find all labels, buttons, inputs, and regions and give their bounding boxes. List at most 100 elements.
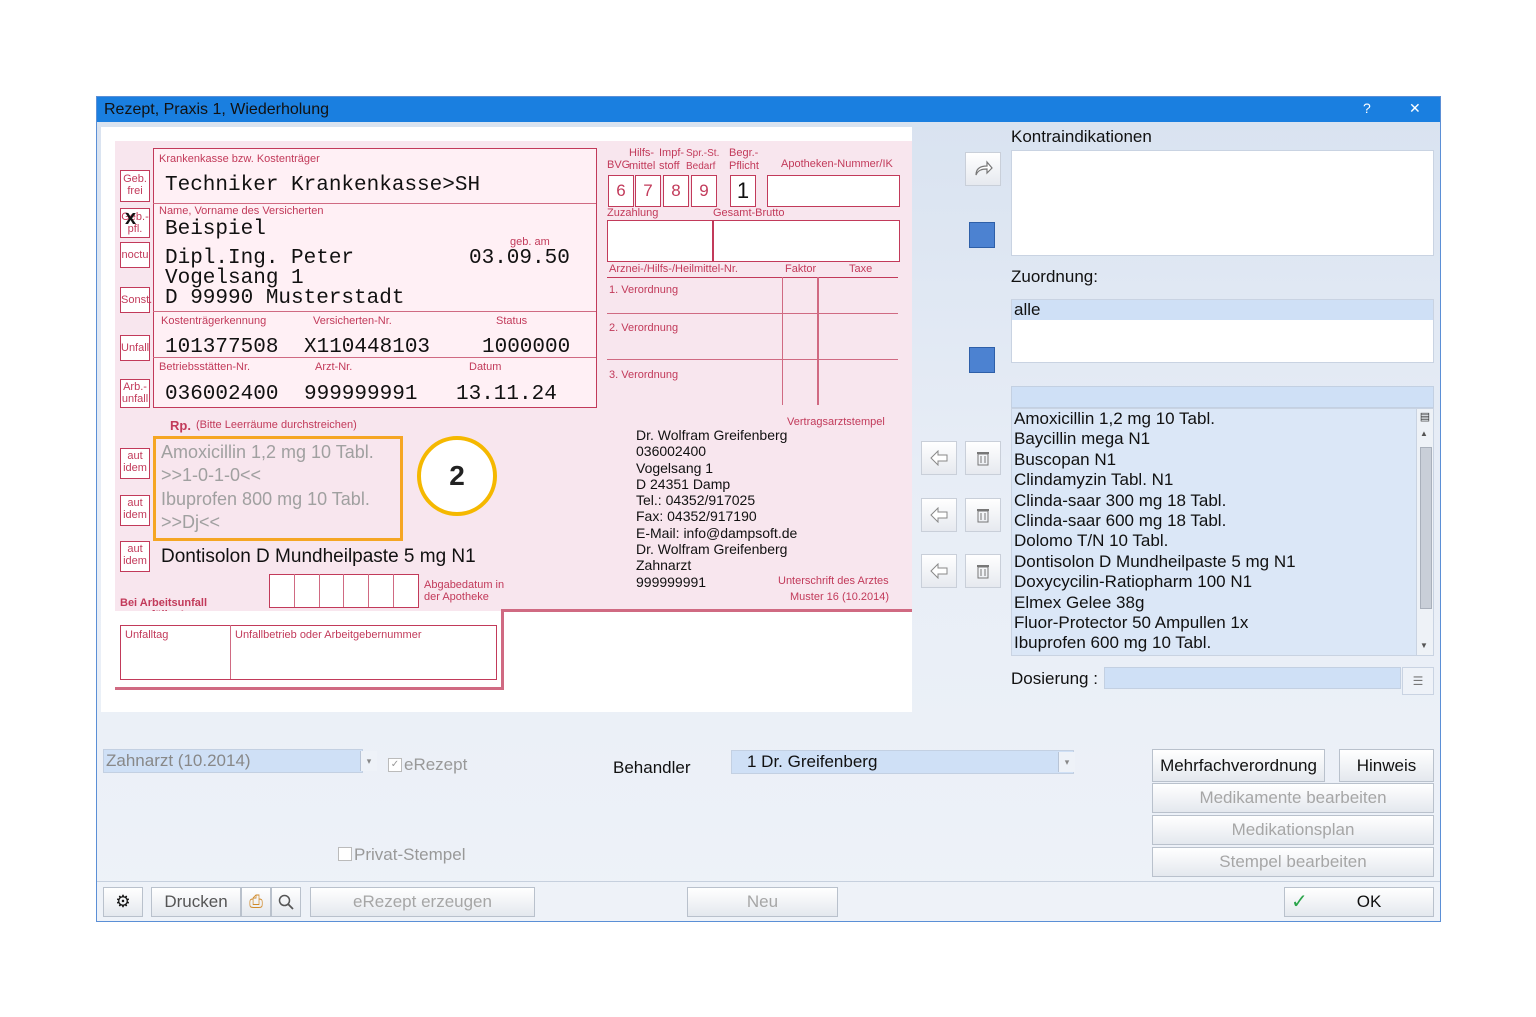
medication-item[interactable]: Doxycycilin-Ratiopharm 100 N1 (1012, 572, 1433, 592)
dosierung-input[interactable] (1104, 667, 1401, 689)
digit-box-6[interactable]: 6 (608, 175, 634, 207)
behandler-dropdown-icon[interactable]: ▾ (1058, 752, 1075, 772)
nachname-value: Beispiel (165, 218, 266, 241)
geb-frei-box[interactable]: Geb. frei (120, 170, 150, 202)
insert-left-button-2[interactable] (921, 498, 957, 532)
magnifier-icon (278, 894, 294, 910)
label-arztnr: Arzt-Nr. (315, 361, 353, 373)
label-verordnung-1: 1. Verordnung (609, 284, 679, 296)
redo-arrow-icon (975, 160, 993, 176)
kontraindikationen-box[interactable] (1011, 150, 1434, 256)
label-unterschrift: Unterschrift des Arztes (778, 575, 889, 587)
arbeitsunfall-box[interactable]: Arb.- unfall (120, 379, 150, 408)
medication-item[interactable]: Buscopan N1 (1012, 450, 1433, 470)
digit-box-8[interactable]: 8 (663, 175, 689, 207)
medication-item[interactable]: Dolomo T/N 10 Tabl. (1012, 531, 1433, 551)
hinweis-button[interactable]: Hinweis (1339, 749, 1434, 782)
insert-left-button-3[interactable] (921, 554, 957, 588)
medication-item[interactable]: Amoxicillin 1,2 mg 10 Tabl. (1012, 409, 1433, 429)
medication-scrollbar[interactable]: ▤ ▲ ▼ (1416, 409, 1433, 655)
medikamente-bearbeiten-button[interactable]: Medikamente bearbeiten (1152, 783, 1434, 813)
color-square-1[interactable] (965, 219, 999, 251)
dosierung-list-button[interactable]: ☰ (1402, 667, 1434, 695)
share-button[interactable] (965, 152, 1001, 186)
label-sprst: Spr.-St. Bedarf (686, 148, 720, 172)
window-title: Rezept, Praxis 1, Wiederholung (104, 101, 329, 118)
rx-line-5: Dontisolon D Mundheilpaste 5 mg N1 (161, 546, 476, 567)
stamp-line-6: Fax: 04352/917190 (636, 508, 757, 525)
print-settings-button[interactable]: ⎙ (241, 887, 271, 917)
medication-item[interactable]: Baycillin mega N1 (1012, 429, 1433, 449)
medication-item[interactable]: Elmex Gelee 38g (1012, 593, 1433, 613)
label-datum: Datum (469, 361, 502, 373)
label-status: Status (496, 315, 528, 327)
scroll-up-icon[interactable]: ▲ (1420, 429, 1428, 438)
insert-left-button-1[interactable] (921, 441, 957, 475)
medication-item[interactable]: Clinda-saar 600 mg 18 Tabl. (1012, 511, 1433, 531)
erezept-erzeugen-button[interactable]: eRezept erzeugen (310, 887, 535, 917)
medication-item[interactable]: Clindamyzin Tabl. N1 (1012, 470, 1433, 490)
color-square-2[interactable] (965, 344, 999, 376)
aut-idem-box-1[interactable]: aut idem (120, 448, 150, 479)
medication-item[interactable]: Dontisolon D Mundheilpaste 5 mg N1 (1012, 552, 1433, 572)
arztnr-value: 999999991 (304, 383, 418, 406)
label-apotheken: Apotheken-Nummer/IK (781, 158, 893, 170)
formular-select[interactable]: Zahnarzt (10.2014) (103, 749, 363, 773)
behandler-select[interactable]: 1 Dr. Greifenberg (731, 750, 1074, 774)
apotheken-nr-box[interactable] (767, 175, 900, 207)
medication-item[interactable]: Clinda-saar 300 mg 18 Tabl. (1012, 491, 1433, 511)
label-zuzahlung: Zuzahlung (607, 207, 659, 219)
medication-item[interactable]: Ibuprofen 600 mg 10 Tabl. (1012, 633, 1433, 653)
noctu-box[interactable]: noctu (120, 242, 150, 268)
aut-idem-box-2[interactable]: aut idem (120, 495, 150, 526)
zuzahlung-box[interactable] (607, 220, 713, 262)
abgabedatum-boxes[interactable] (269, 574, 419, 608)
privat-stempel-label: Privat-Stempel (354, 845, 466, 864)
formular-dropdown-icon[interactable]: ▾ (360, 751, 377, 771)
medication-search-input[interactable] (1011, 386, 1434, 408)
help-button[interactable]: ? (1363, 100, 1371, 116)
delete-button-2[interactable] (965, 498, 1001, 532)
label-betriebsstaette: Betriebsstätten-Nr. (159, 361, 251, 373)
rx-line-4: >>Dj<< (161, 512, 221, 532)
stempel-bearbeiten-button[interactable]: Stempel bearbeiten (1152, 847, 1434, 877)
label-kasse: Krankenkasse bzw. Kostenträger (159, 153, 320, 165)
printer-small-icon[interactable]: ▤ (1419, 411, 1431, 423)
medication-item[interactable]: Fluor-Protector 50 Ampullen 1x (1012, 613, 1433, 633)
privat-stempel-checkbox[interactable] (338, 847, 352, 861)
ok-label: OK (1356, 892, 1382, 911)
medication-list[interactable]: Amoxicillin 1,2 mg 10 Tabl. Baycillin me… (1011, 408, 1434, 656)
delete-button-3[interactable] (965, 554, 1001, 588)
digit-box-7[interactable]: 7 (635, 175, 661, 207)
close-button[interactable]: ✕ (1409, 100, 1421, 117)
preview-button[interactable] (271, 887, 301, 917)
neu-button[interactable]: Neu (687, 887, 838, 917)
sonst-box[interactable]: Sonst. (120, 287, 152, 313)
zuordnung-label: Zuordnung: (1011, 267, 1098, 286)
digit-box-9[interactable]: 9 (691, 175, 717, 207)
scroll-thumb[interactable] (1420, 447, 1432, 609)
stamp-line-8: Dr. Wolfram Greifenberg (636, 541, 788, 558)
medikationsplan-button[interactable]: Medikationsplan (1152, 815, 1434, 845)
scroll-down-icon[interactable]: ▼ (1420, 641, 1428, 650)
aut-idem-box-3[interactable]: aut idem (120, 541, 150, 572)
label-verordnung-3: 3. Verordnung (609, 369, 679, 381)
trash-icon (977, 565, 989, 579)
printer-icon: ⎙ (249, 892, 263, 911)
title-bar: Rezept, Praxis 1, Wiederholung ? ✕ (97, 97, 1440, 122)
gesamtbrutto-box[interactable] (713, 220, 900, 262)
ok-button[interactable]: ✓ OK (1284, 887, 1434, 917)
mehrfachverordnung-button[interactable]: Mehrfachverordnung (1152, 749, 1325, 782)
erezept-checkbox[interactable]: ✓ (388, 758, 402, 772)
callout-badge: 2 (417, 436, 497, 516)
begr-pflicht-box[interactable]: 1 (730, 175, 756, 207)
arrow-left-icon (930, 563, 948, 579)
unfall-box[interactable]: Unfall (120, 335, 150, 361)
zuordnung-item-alle[interactable]: alle (1012, 300, 1433, 320)
zuordnung-list[interactable]: alle (1011, 299, 1434, 363)
settings-button[interactable]: ⚙ (103, 887, 143, 917)
stamp-line-3: Vogelsang 1 (636, 459, 714, 476)
drucken-button[interactable]: Drucken (151, 887, 241, 917)
behandler-label: Behandler (613, 758, 691, 777)
delete-button-1[interactable] (965, 441, 1001, 475)
